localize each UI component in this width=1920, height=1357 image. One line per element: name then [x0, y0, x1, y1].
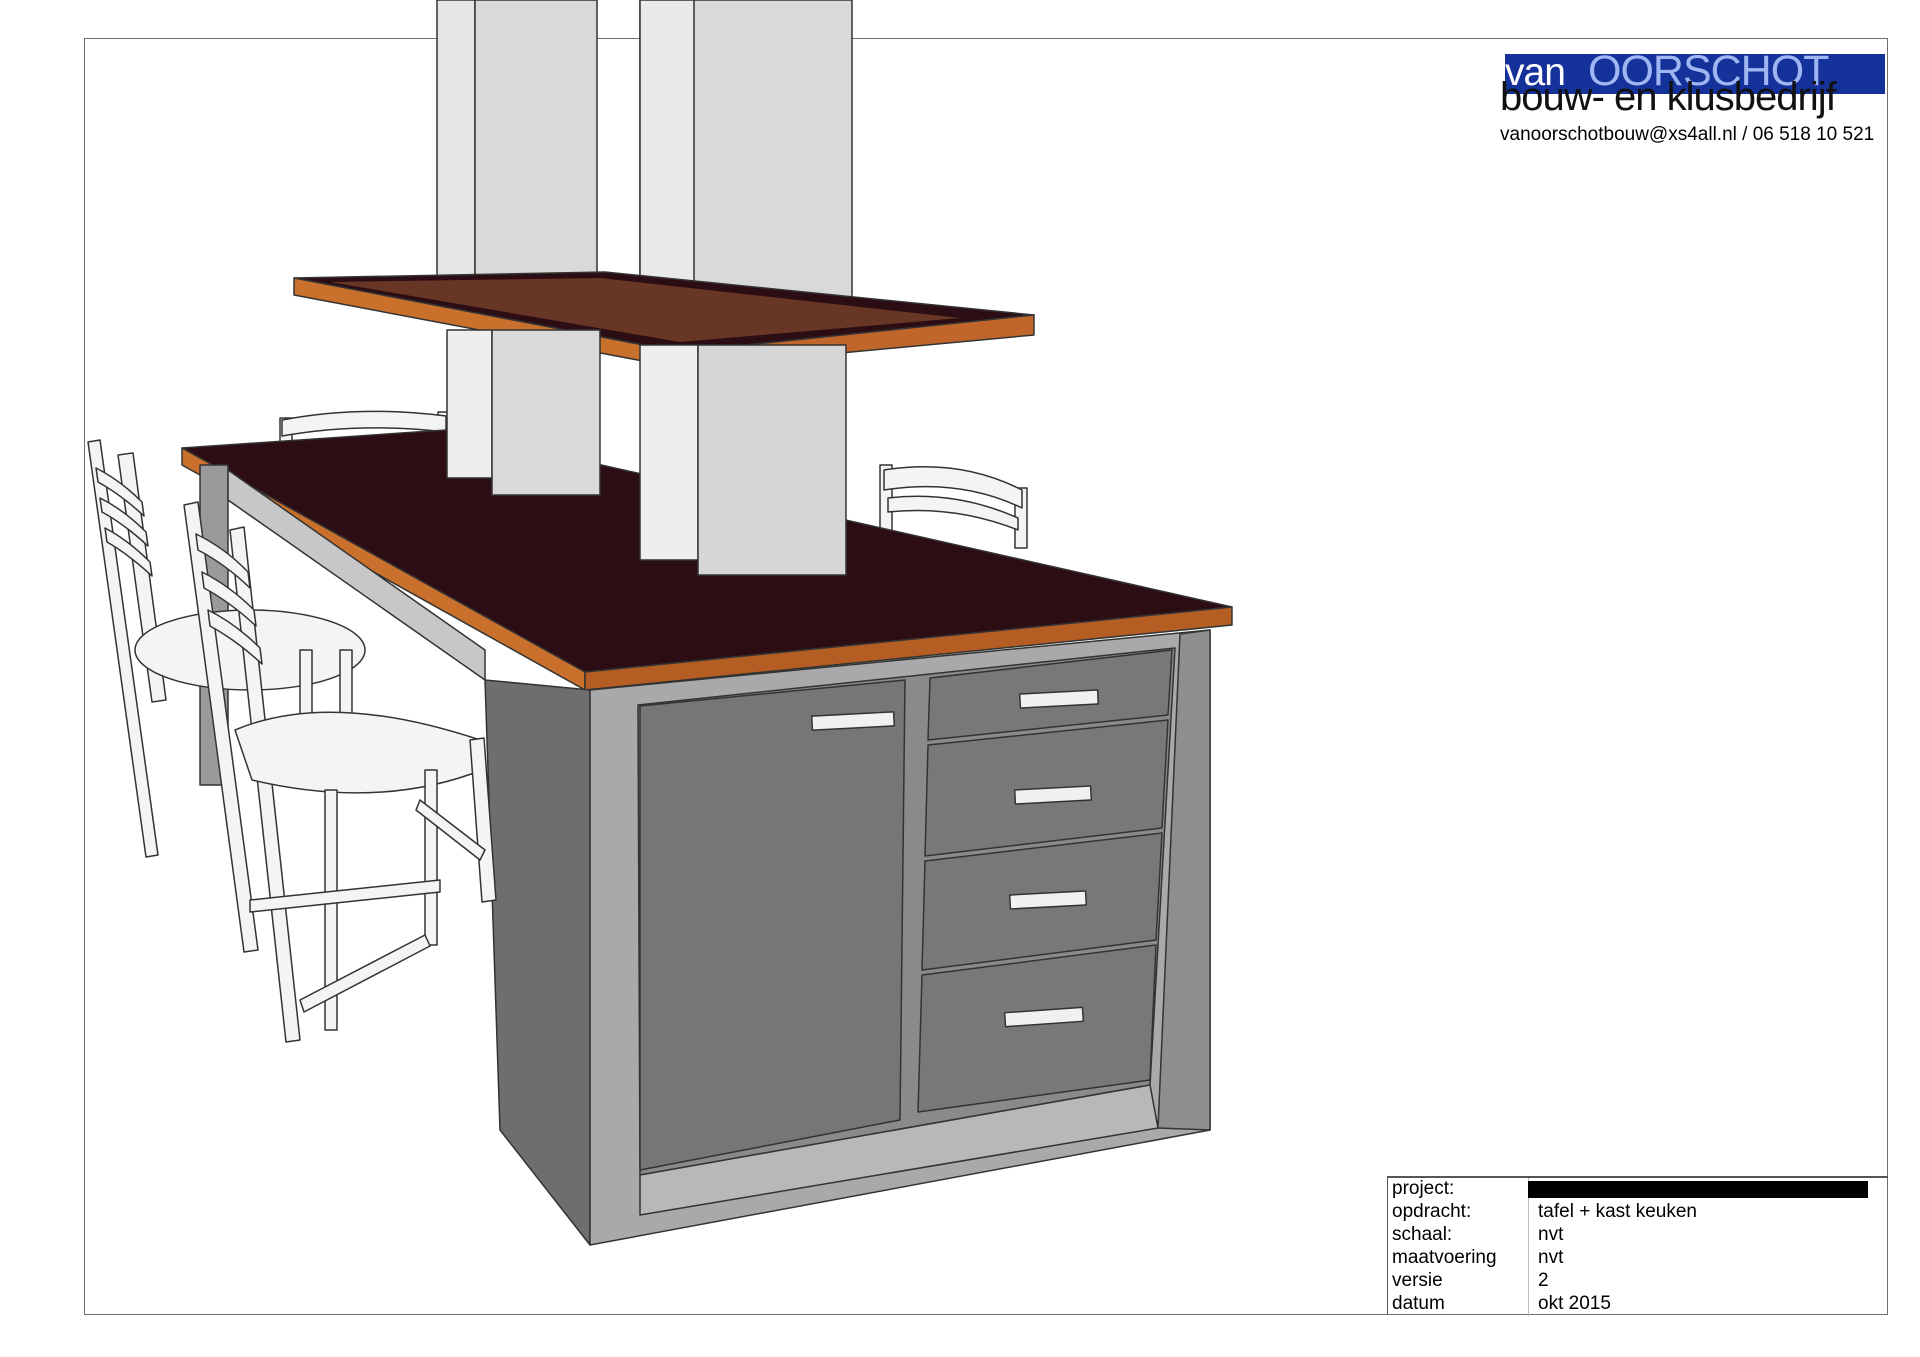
title-label: versie: [1392, 1270, 1443, 1291]
title-label: project:: [1392, 1178, 1455, 1199]
title-block: project: opdracht: tafel + kast keuken s…: [1387, 1176, 1888, 1316]
kitchen-island-drawing: [87, 0, 1233, 1246]
title-row-versie: versie 2: [1388, 1270, 1888, 1293]
title-value: nvt: [1538, 1224, 1564, 1245]
column-right: [639, 0, 853, 306]
logo-subtitle: bouw- en klusbedrijf: [1500, 75, 1837, 119]
title-row-project: project:: [1388, 1178, 1888, 1201]
title-label: datum: [1392, 1293, 1445, 1314]
column-right-lower: [639, 344, 847, 576]
title-row-datum: datum okt 2015: [1388, 1293, 1888, 1316]
title-value: tafel + kast keuken: [1538, 1201, 1697, 1222]
title-value: 2: [1538, 1270, 1549, 1291]
title-label: opdracht:: [1392, 1201, 1472, 1222]
title-label: maatvoering: [1392, 1247, 1497, 1268]
redacted-project-value: [1528, 1181, 1868, 1198]
title-value: nvt: [1538, 1247, 1564, 1268]
cabinet-door: [639, 679, 906, 1171]
title-row-maatvoering: maatvoering nvt: [1388, 1247, 1888, 1270]
title-row-opdracht: opdracht: tafel + kast keuken: [1388, 1201, 1888, 1224]
title-label: schaal:: [1392, 1224, 1453, 1245]
contact-line: vanoorschotbouw@xs4all.nl / 06 518 10 52…: [1500, 124, 1875, 145]
column-left: [436, 0, 598, 301]
column-left-lower: [446, 329, 601, 496]
title-value: okt 2015: [1538, 1293, 1611, 1314]
title-row-schaal: schaal: nvt: [1388, 1224, 1888, 1247]
cabinet-side: [484, 679, 591, 1246]
